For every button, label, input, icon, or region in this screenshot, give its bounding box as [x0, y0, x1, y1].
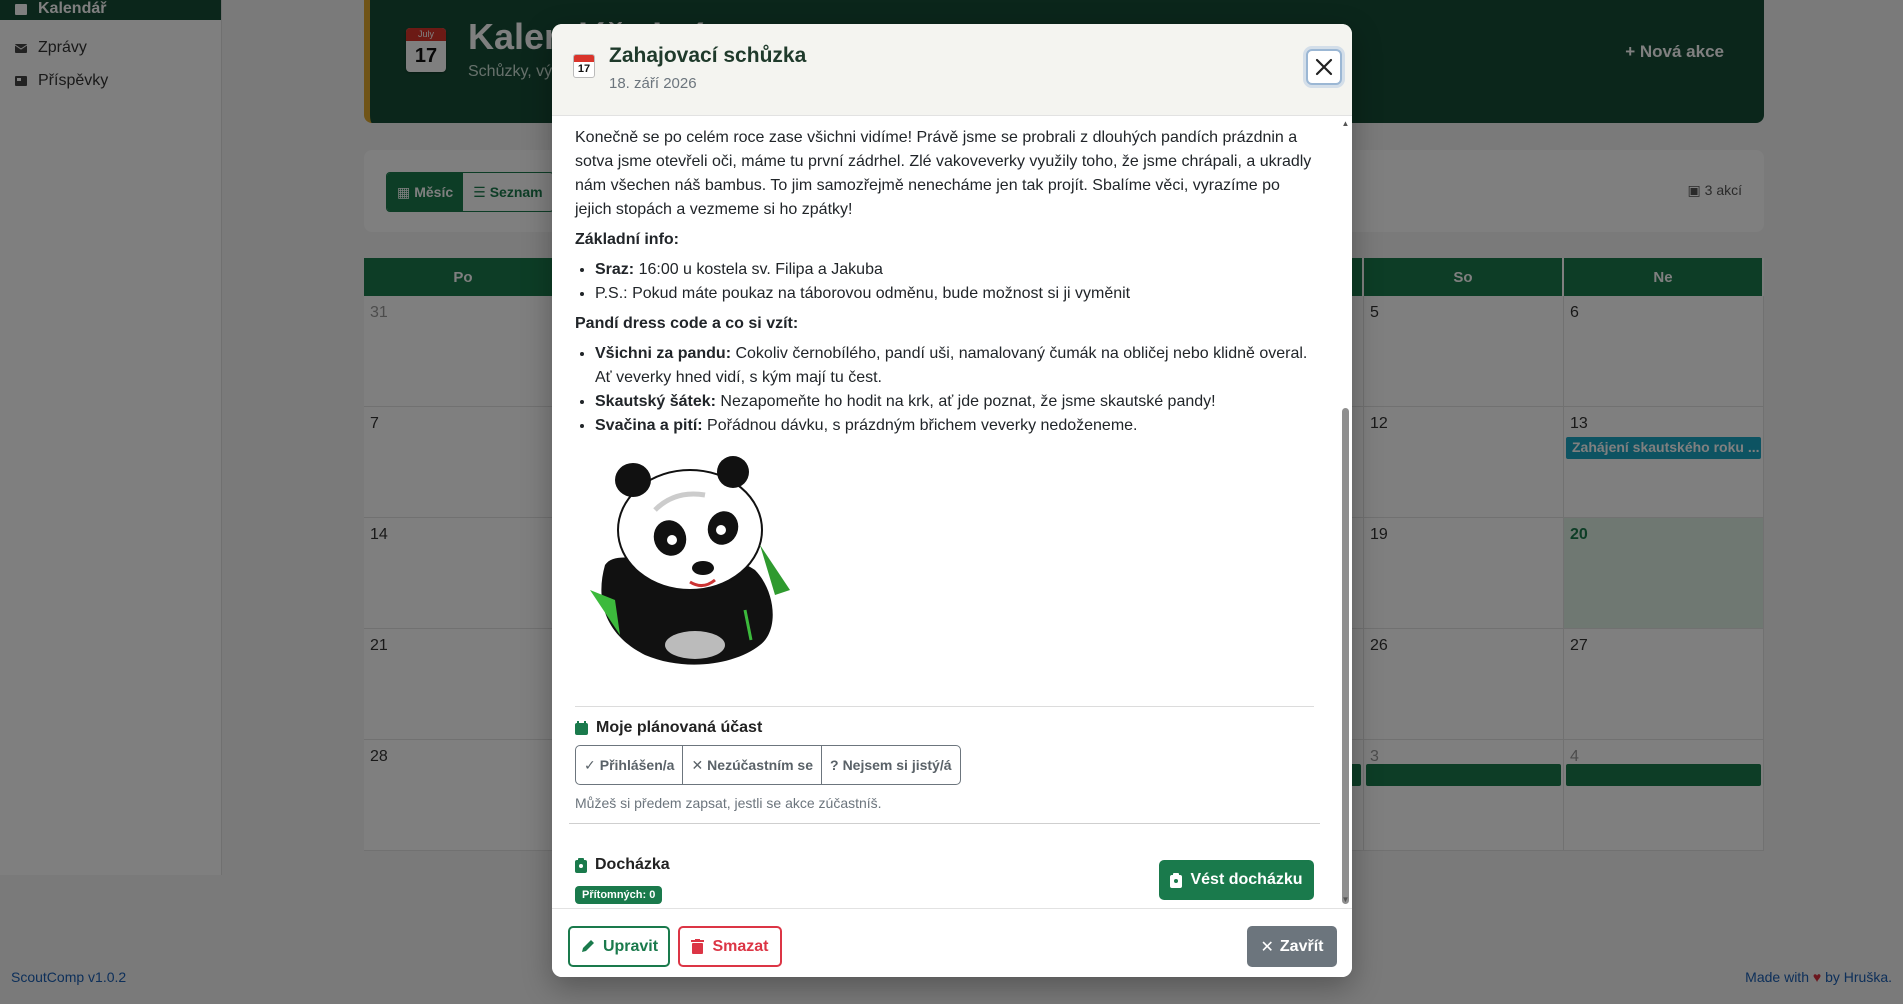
list-item: Sraz: 16:00 u kostela sv. Filipa a Jakub…	[595, 258, 1314, 282]
calendar-day: 17	[577, 63, 591, 75]
event-detail-modal: 17 Zahajovací schůzka 18. září 2026 Kone…	[552, 24, 1352, 977]
delete-label: Smazat	[712, 937, 769, 955]
item-key: Skautský šátek:	[595, 393, 716, 410]
close-icon	[1315, 58, 1333, 76]
clipboard-icon	[575, 857, 587, 873]
event-date: 18. září 2026	[609, 75, 697, 92]
clipboard-icon	[1170, 872, 1183, 888]
rsvp-yes-label: Přihlášen/a	[599, 757, 675, 773]
scroll-thumb[interactable]	[1342, 408, 1349, 904]
participation-section: Moje plánovaná účast	[575, 719, 1314, 737]
attendance-title: Docházka	[595, 856, 670, 873]
trash-icon	[691, 939, 705, 954]
dress-list: Všichni za pandu: Cokoliv černobílého, p…	[575, 342, 1314, 438]
panda-image	[590, 456, 790, 665]
question-icon: ?	[830, 757, 839, 773]
edit-button[interactable]: Upravit	[568, 926, 670, 967]
list-item: P.S.: Pokud máte poukaz na táborovou odm…	[595, 282, 1314, 306]
attendance-heading: Docházka	[575, 856, 670, 874]
rsvp-no-button[interactable]: ✕ Nezúčastním se	[683, 746, 822, 784]
list-item: Svačina a pití: Pořádnou dávku, s prázdn…	[595, 414, 1314, 438]
item-text: 16:00 u kostela sv. Filipa a Jakuba	[634, 261, 883, 278]
info-list: Sraz: 16:00 u kostela sv. Filipa a Jakub…	[575, 258, 1314, 306]
rsvp-hint: Můžeš si předem zapsat, jestli se akce z…	[575, 795, 882, 811]
modal-scrollbar[interactable]: ▲ ▼	[1341, 120, 1350, 904]
scroll-up-icon[interactable]: ▲	[1341, 120, 1350, 128]
item-text: Nezapomeňte ho hodit na krk, ať jde pozn…	[715, 393, 1216, 410]
x-icon: ✕	[691, 756, 704, 773]
rsvp-no-label: Nezúčastním se	[707, 757, 813, 773]
rsvp-maybe-button[interactable]: ? Nejsem si jistý/á	[822, 746, 960, 784]
dress-heading: Pandí dress code a co si vzít:	[575, 315, 799, 332]
item-key: Svačina a pití:	[595, 417, 703, 434]
item-text: Pořádnou dávku, s prázdným břichem vever…	[702, 417, 1138, 434]
divider	[575, 706, 1314, 707]
check-icon: ✓	[584, 756, 596, 773]
participation-title: Moje plánovaná účast	[596, 719, 763, 736]
close-footer-button[interactable]: ✕ Zavřít	[1247, 926, 1337, 967]
modal-body[interactable]: Konečně se po celém roce zase všichni vi…	[552, 116, 1352, 908]
attendance-section: Docházka Přítomných: 0 Vést docházku	[575, 824, 1314, 908]
rsvp-group: ✓ Přihlášen/a ✕ Nezúčastním se ? Nejsem si …	[575, 745, 961, 785]
x-icon: ✕	[1260, 938, 1274, 956]
close-button[interactable]	[1306, 49, 1342, 85]
delete-button[interactable]: Smazat	[678, 926, 782, 967]
edit-label: Upravit	[602, 937, 659, 955]
modal-header: 17 Zahajovací schůzka 18. září 2026	[552, 24, 1352, 116]
calendar-icon: 17	[573, 54, 595, 78]
rsvp-yes-button[interactable]: ✓ Přihlášen/a	[576, 746, 684, 784]
list-item: Skautský šátek: Nezapomeňte ho hodit na …	[595, 390, 1314, 414]
modal-title: Zahajovací schůzka	[609, 44, 807, 67]
take-attendance-button[interactable]: Vést docházku	[1159, 860, 1314, 900]
event-description: Konečně se po celém roce zase všichni vi…	[575, 126, 1314, 678]
item-text: P.S.: Pokud máte poukaz na táborovou odm…	[595, 285, 1131, 302]
pencil-icon	[581, 940, 594, 952]
modal-footer: Upravit Smazat ✕ Zavřít	[552, 908, 1352, 977]
list-item: Všichni za pandu: Cokoliv černobílého, p…	[595, 342, 1314, 390]
take-attendance-label: Vést docházku	[1190, 871, 1303, 888]
info-heading: Základní info:	[575, 231, 679, 248]
item-key: Všichni za pandu:	[595, 345, 732, 362]
item-key: Sraz:	[595, 261, 635, 278]
intro-text: Konečně se po celém roce zase všichni vi…	[575, 129, 1312, 218]
rsvp-maybe-label: Nejsem si jistý/á	[842, 757, 952, 773]
calendar-check-icon	[575, 721, 588, 735]
scroll-down-icon[interactable]: ▼	[1341, 896, 1350, 904]
present-count-badge: Přítomných: 0	[575, 886, 663, 904]
close-label: Zavřít	[1279, 937, 1324, 955]
